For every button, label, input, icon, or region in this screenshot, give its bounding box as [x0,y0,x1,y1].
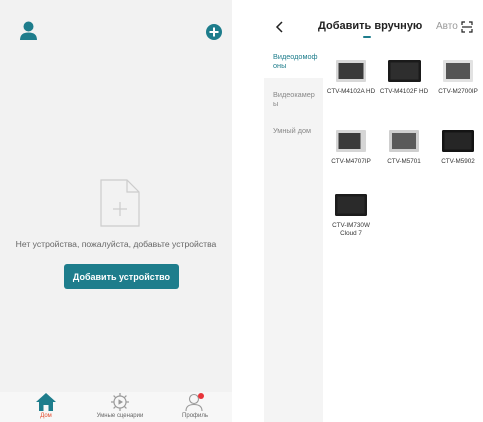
bottom-navigation: Дом Умные сценарии Профиль [0,392,232,422]
device-name: CTV-M4102F HD [379,88,429,95]
device-monitor-image [387,60,421,82]
category-sidebar: Видеодомофоны Видеокамеры Умный дом [264,44,323,422]
device-name: CTV-M2700IP [438,88,478,95]
nav-label-home: Дом [40,413,52,419]
device-card[interactable]: CTV-M4102F HD [379,60,429,96]
nav-item-home[interactable]: Дом [20,392,72,422]
add-circle-icon[interactable] [206,24,222,40]
profile-icon [185,393,204,412]
nav-label-profile: Профиль [182,413,208,419]
scan-qr-icon[interactable] [461,21,473,33]
category-item-intercoms[interactable]: Видеодомофоны [273,52,319,70]
device-card[interactable]: CTV-IM730W Cloud 7 [326,194,376,238]
nav-item-smart-scenes[interactable]: Умные сценарии [84,392,156,422]
home-icon [36,393,56,411]
device-monitor-image [442,130,474,152]
device-card[interactable]: CTV-M2700IP [433,60,483,96]
empty-state-message: Нет устройства, пожалуйста, добавьте уст… [15,239,217,249]
page-title: Добавить вручную [318,20,423,32]
nav-item-profile[interactable]: Профиль [166,392,224,422]
nav-label-smart-scenes: Умные сценарии [96,413,144,419]
device-name: CTV-M5902 [441,158,475,165]
device-name: CTV-IM730W Cloud 7 [332,222,370,237]
device-card[interactable]: CTV-M4102A HD [326,60,376,96]
title-tab-indicator [363,36,371,38]
device-monitor-image [335,194,367,216]
device-monitor-image [443,60,473,82]
user-avatar-icon[interactable] [20,21,37,41]
device-name: CTV-M4102A HD [326,88,376,95]
back-chevron-icon[interactable] [275,21,283,33]
add-manually-screen: Добавить вручную Авто Видеодомофоны Виде… [264,0,483,422]
device-card[interactable]: CTV-M5701 [379,130,429,166]
home-screen: Нет устройства, пожалуйста, добавьте уст… [0,0,232,422]
gear-icon [111,393,129,411]
device-grid: CTV-M4102A HD CTV-M4102F HD CTV-M2700IP … [323,44,483,422]
device-card[interactable]: CTV-M5902 [433,130,483,166]
add-device-button[interactable]: Добавить устройство [64,264,179,289]
empty-document-icon [100,179,140,227]
home-top-bar [0,0,232,60]
add-manually-header: Добавить вручную Авто [264,0,483,44]
device-name: CTV-M4707IP [331,158,371,165]
category-item-cameras[interactable]: Видеокамеры [273,90,319,108]
device-name: CTV-M5701 [387,158,421,165]
category-item-smart-home[interactable]: Умный дом [273,126,319,135]
device-card[interactable]: CTV-M4707IP [326,130,376,166]
device-monitor-image [336,60,366,82]
device-monitor-image [389,130,419,152]
device-monitor-image [336,130,366,152]
auto-add-tab[interactable]: Авто [436,21,458,32]
